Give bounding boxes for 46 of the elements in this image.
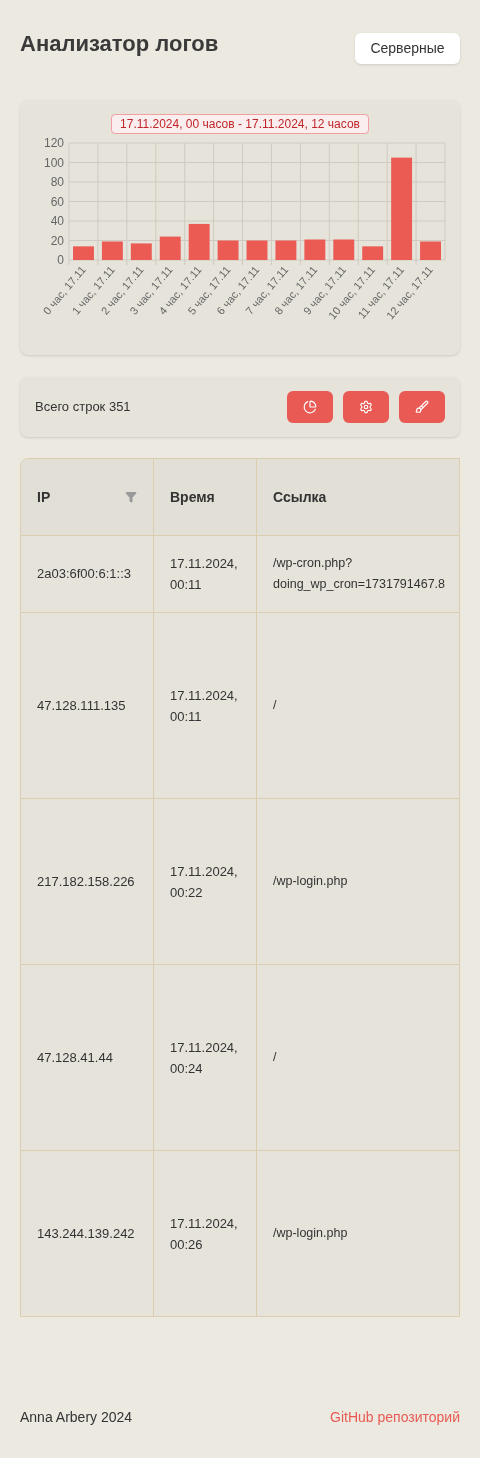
table-cell-text: /wp-login.php [272,873,349,890]
table-cell-text: / [272,697,278,714]
table-cell-text: /wp-cron.php? doing_wp_cron=1731791467.8 [272,555,447,593]
row-count: Всего строк 351 [35,398,132,417]
clean-button[interactable] [399,391,445,423]
table-cell: 17.11.2024, 00:22 [154,799,257,964]
y-tick-label: 80 [50,175,64,189]
table-cell: 17.11.2024, 00:24 [154,965,257,1150]
table-cell: 17.11.2024, 00:11 [154,536,257,612]
settings-icon [359,400,373,414]
page-title: Анализатор логов [20,33,219,55]
column-header[interactable]: Ссылка [257,459,459,535]
table-cell: 47.128.41.44 [21,965,154,1150]
bar [188,223,210,260]
y-tick-label: 40 [50,214,64,228]
bar [159,236,181,260]
bar [130,243,152,260]
y-tick-label: 20 [50,233,64,248]
y-tick-label: 120 [43,136,64,150]
bar [304,239,326,260]
y-tick-label: 100 [43,155,64,170]
table-cell: 17.11.2024, 00:11 [154,613,257,798]
footer-author: Anna Arbery 2024 [20,1408,133,1427]
table-cell-text: / [272,1049,278,1066]
y-tick-label: 0 [57,253,64,267]
chart-legend: 17.11.2024, 00 часов - 17.11.2024, 12 часов [111,114,369,134]
table-cell: 143.244.139.242 [21,1151,154,1316]
table-cell: 217.182.158.226 [21,799,154,964]
brush-icon [415,400,429,414]
y-tick-label: 60 [50,194,64,209]
bar [362,246,384,260]
table-cell: 47.128.111.135 [21,613,154,798]
bar [101,241,123,260]
column-header[interactable]: Время [154,459,257,535]
settings-button[interactable] [343,391,389,423]
table-cell-text: /wp-login.php [272,1225,349,1242]
pie-button[interactable] [287,391,333,423]
bar [73,246,94,260]
filter-icon[interactable] [125,491,137,503]
table-cell: 2a03:6f00:6:1::3 [21,536,154,612]
column-header[interactable]: IP [21,459,154,535]
bar [420,241,441,260]
table-cell: 17.11.2024, 00:26 [154,1151,257,1316]
servers-button[interactable]: Серверные [355,33,460,64]
pie-chart-icon [303,400,317,414]
bar [333,239,355,260]
